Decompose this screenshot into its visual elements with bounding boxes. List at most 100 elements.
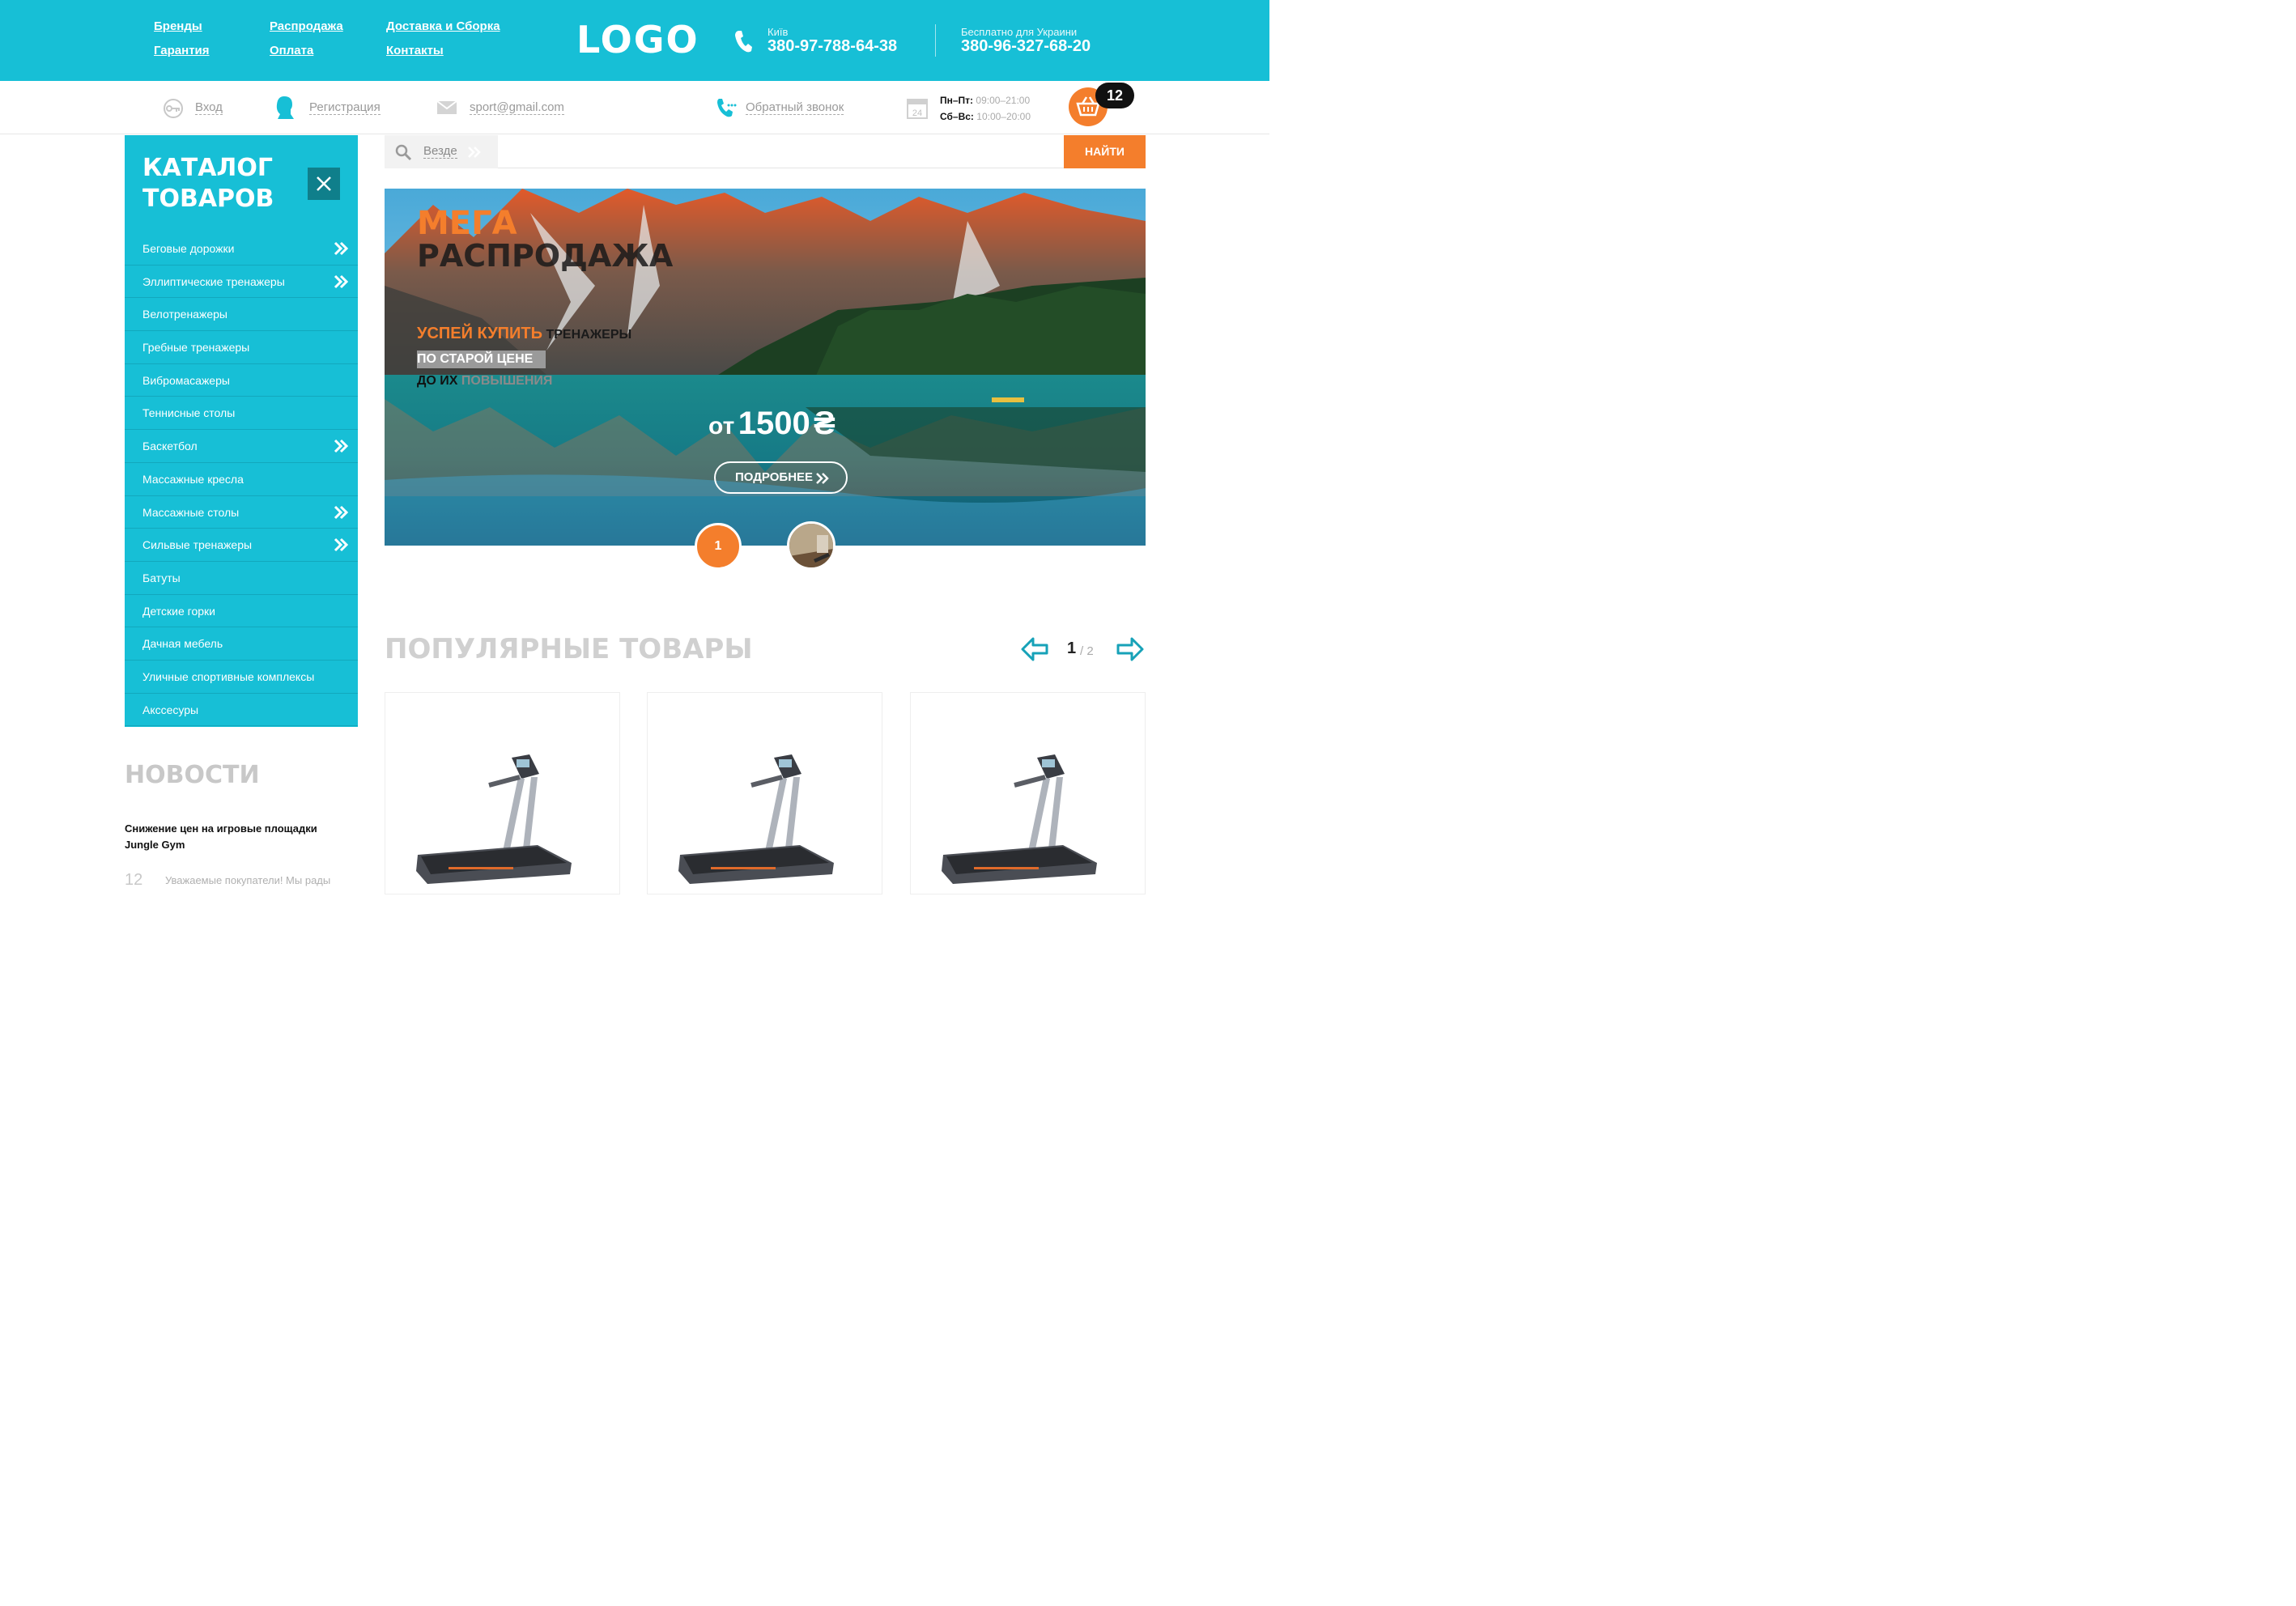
- search-input[interactable]: [498, 135, 1065, 168]
- slide-thumbnail-image: [789, 524, 833, 567]
- banner-tagline-dark: ТРЕНАЖЕРЫ: [546, 328, 632, 342]
- pager-prev-button[interactable]: [1020, 636, 1049, 662]
- working-hours: Пн–Пт: 09:00–21:00 Сб–Вс: 10:00–20:00: [940, 92, 1031, 125]
- catalog-item[interactable]: Беговые дорожки: [125, 232, 358, 266]
- register-link[interactable]: Регистрация: [309, 100, 381, 115]
- double-chevron-right-icon: [468, 147, 481, 158]
- close-icon: [317, 176, 331, 191]
- catalog-item[interactable]: Дачная мебель: [125, 627, 358, 661]
- catalog-item[interactable]: Теннисные столы: [125, 397, 358, 431]
- login-link[interactable]: Вход: [195, 100, 223, 115]
- catalog-item-label: Массажные кресла: [142, 472, 244, 486]
- banner-tagline-3-grey: ПОВЫШЕНИЯ: [461, 374, 553, 388]
- hours-weekend-label: Сб–Вс:: [940, 111, 974, 122]
- search-scope-label: Везде: [423, 144, 457, 159]
- slider-dot-thumbnail[interactable]: [787, 521, 835, 570]
- product-card[interactable]: [385, 692, 620, 894]
- double-chevron-right-icon: [334, 440, 348, 453]
- catalog-title-line2: ТОВАРОВ: [142, 185, 274, 213]
- banner-price-value: 1500: [738, 406, 810, 441]
- catalog-item-label: Эллиптические тренажеры: [142, 274, 285, 288]
- callback-link[interactable]: Обратный звонок: [746, 100, 844, 115]
- arrow-right-icon: [1116, 637, 1144, 661]
- catalog-item-label: Вибромасажеры: [142, 373, 230, 387]
- banner-details-button[interactable]: ПОДРОБНЕЕ: [714, 461, 848, 494]
- banner-price-prefix: от: [708, 413, 735, 440]
- pager-next-button[interactable]: [1116, 636, 1145, 662]
- banner-details-label: ПОДРОБНЕЕ: [735, 470, 814, 484]
- search-scope-select[interactable]: Везде: [385, 135, 498, 168]
- catalog-item[interactable]: Гребные тренажеры: [125, 331, 358, 364]
- key-icon: [164, 99, 183, 118]
- slider-dot-active[interactable]: 1: [695, 523, 742, 570]
- hours-weekdays-label: Пн–Пт:: [940, 95, 974, 106]
- nav-link-brands[interactable]: Бренды: [154, 19, 202, 33]
- mail-icon: [436, 100, 457, 114]
- calendar-icon: 24: [907, 99, 928, 119]
- catalog-item-label: Велотренажеры: [142, 308, 227, 321]
- banner-price-currency: ₴: [814, 406, 835, 441]
- phone-number-free[interactable]: 380-96-327-68-20: [961, 37, 1091, 56]
- news-section-title: НОВОСТИ: [125, 761, 260, 789]
- top-header: Бренды Гарантия Распродажа Оплата Достав…: [0, 0, 1269, 81]
- pager-current: 1: [1067, 639, 1077, 657]
- banner-price: от 1500 ₴: [708, 406, 835, 442]
- catalog-item[interactable]: Эллиптические тренажеры: [125, 266, 358, 299]
- catalog-item-label: Гребные тренажеры: [142, 341, 250, 355]
- banner-title-mega: МЕГА: [417, 205, 517, 242]
- catalog-item[interactable]: Сильвые тренажеры: [125, 529, 358, 562]
- divider: [935, 24, 936, 57]
- search-button[interactable]: НАЙТИ: [1064, 135, 1146, 168]
- catalog-item-label: Баскетбол: [142, 440, 198, 453]
- email-link[interactable]: sport@gmail.com: [470, 100, 564, 115]
- news-excerpt: Уважаемые покупатели! Мы рады: [165, 874, 331, 886]
- catalog-item[interactable]: Батуты: [125, 562, 358, 595]
- double-chevron-right-icon: [334, 274, 348, 288]
- catalog-item[interactable]: Массажные кресла: [125, 463, 358, 496]
- double-chevron-right-icon: [334, 241, 348, 256]
- nav-link-contacts[interactable]: Контакты: [386, 44, 444, 57]
- catalog-item-label: Сильвые тренажеры: [142, 538, 253, 552]
- phone-number-city[interactable]: 380-97-788-64-38: [767, 37, 897, 56]
- product-card[interactable]: [647, 692, 882, 894]
- catalog-close-button[interactable]: [308, 168, 340, 200]
- product-card[interactable]: [910, 692, 1146, 894]
- banner-tagline-1: УСПЕЙ КУПИТЬ ТРЕНАЖЕРЫ: [417, 325, 631, 343]
- news-date: 12: [125, 871, 143, 889]
- banner-title-sale: РАСПРОДАЖА: [417, 238, 674, 274]
- catalog-item[interactable]: Баскетбол: [125, 430, 358, 463]
- catalog-item[interactable]: Велотренажеры: [125, 298, 358, 332]
- banner-tagline-3: ДО ИХ ПОВЫШЕНИЯ: [417, 374, 552, 389]
- catalog-item[interactable]: Уличные спортивные комплексы: [125, 661, 358, 694]
- catalog-item[interactable]: Детские горки: [125, 595, 358, 628]
- treadmill-product-image: [678, 754, 834, 884]
- banner-tagline-accent: УСПЕЙ КУПИТЬ: [417, 325, 543, 342]
- catalog-item-label: Детские горки: [142, 604, 215, 618]
- hours-weekdays-time: 09:00–21:00: [976, 95, 1031, 106]
- nav-link-warranty[interactable]: Гарантия: [154, 44, 210, 57]
- user-icon: [276, 96, 294, 119]
- nav-link-delivery[interactable]: Доставка и Сборка: [386, 19, 500, 33]
- popular-section-title: ПОПУЛЯРНЫЕ ТОВАРЫ: [385, 633, 753, 665]
- catalog-item-label: Массажные столы: [142, 505, 240, 519]
- treadmill-product-image: [942, 754, 1097, 884]
- site-logo[interactable]: LOGO: [576, 18, 699, 62]
- double-chevron-right-icon: [816, 473, 829, 484]
- phone-icon: [735, 31, 752, 53]
- hours-weekend-time: 10:00–20:00: [976, 111, 1031, 122]
- catalog-title-line1: КАТАЛОГ: [142, 154, 273, 182]
- catalog-item[interactable]: Массажные столы: [125, 496, 358, 529]
- treadmill-product-image: [416, 754, 572, 884]
- catalog-item-label: Акссесуры: [142, 703, 199, 716]
- calendar-number: 24: [912, 108, 922, 118]
- nav-link-sale[interactable]: Распродажа: [270, 19, 343, 33]
- catalog-title: КАТАЛОГ ТОВАРОВ: [142, 153, 274, 215]
- catalog-item[interactable]: Вибромасажеры: [125, 364, 358, 397]
- top-navigation: Бренды Гарантия Распродажа Оплата Достав…: [154, 19, 526, 65]
- catalog-item[interactable]: Акссесуры: [125, 694, 358, 727]
- nav-link-payment[interactable]: Оплата: [270, 44, 313, 57]
- banner-tagline-3-dark: ДО ИХ: [417, 374, 458, 388]
- city-label: Київ: [767, 26, 789, 38]
- news-headline-link[interactable]: Снижение цен на игровые площадки Jungle …: [125, 821, 351, 853]
- free-call-label: Бесплатно для Украини: [961, 26, 1078, 38]
